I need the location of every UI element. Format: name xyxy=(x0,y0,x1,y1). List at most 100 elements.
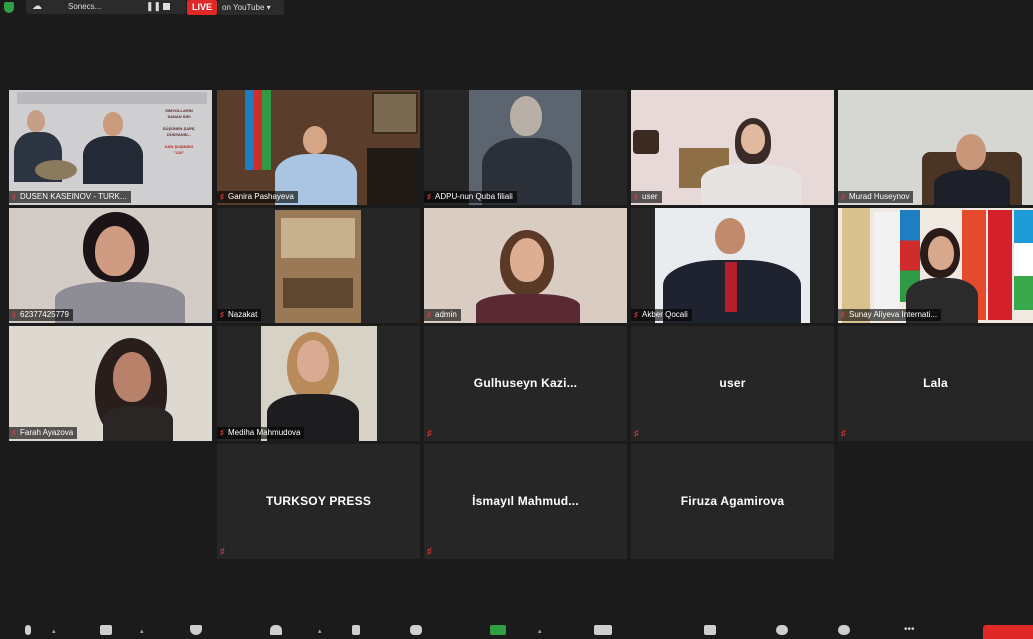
participant-name-text: Farah Ayazova xyxy=(20,428,74,437)
table-image xyxy=(283,278,353,308)
avatar xyxy=(103,406,173,441)
avatar xyxy=(956,134,986,170)
polls-icon[interactable] xyxy=(352,625,366,637)
participant-name: ♯ Farah Ayazova xyxy=(9,427,78,439)
chevron-down-icon: ▾ xyxy=(266,3,271,12)
recording-control[interactable]: ☁ Sonecs... ❚❚ xyxy=(26,0,186,14)
avatar xyxy=(510,96,542,136)
avatar xyxy=(928,236,954,270)
chevron-up-icon[interactable]: ▴ xyxy=(140,627,144,635)
participant-name: İsmayıl Mahmud... xyxy=(472,494,579,508)
avatar xyxy=(510,238,544,282)
recording-label: Sonecs... xyxy=(68,2,102,11)
muted-mic-icon: ♯ xyxy=(220,310,224,319)
video-tile[interactable]: İsmayıl Mahmud... ♯ xyxy=(424,444,627,559)
muted-mic-icon: ♯ xyxy=(841,428,846,438)
apps-icon[interactable] xyxy=(838,625,852,637)
avatar xyxy=(83,136,143,184)
video-tile[interactable]: Firuza Agamirova xyxy=(631,444,834,559)
muted-mic-icon: ♯ xyxy=(841,192,845,201)
participants-icon[interactable] xyxy=(270,625,284,637)
video-tile[interactable]: ♯ admin xyxy=(424,208,627,323)
window-image xyxy=(281,218,355,258)
muted-mic-icon: ♯ xyxy=(634,428,639,438)
avatar xyxy=(27,110,45,132)
video-tile[interactable]: ♯ ADPU-nun Quba filiali xyxy=(424,90,627,205)
avatar xyxy=(55,282,185,323)
video-tile[interactable]: ♯ user xyxy=(631,90,834,205)
participant-name: ♯ Mediha Mahmudova xyxy=(217,427,305,439)
participant-name: ♯ user xyxy=(631,191,662,203)
flag-image xyxy=(245,90,271,170)
participant-name-text: Sunay Aliyeva Internati... xyxy=(849,310,938,319)
video-tile[interactable]: SIMVOLLARIN SANAN SIRI DÜŞÜNEN ŞAİRİ, DÜ… xyxy=(9,90,212,205)
reactions-icon[interactable] xyxy=(776,625,790,637)
flag-image xyxy=(988,210,1012,320)
stream-target-dropdown[interactable]: on YouTube ▾ xyxy=(218,0,284,15)
slide-line: DÜNYANIN... xyxy=(166,132,192,137)
muted-mic-icon: ♯ xyxy=(220,428,224,437)
slide-text: SIMVOLLARIN SANAN SIRI DÜŞÜNEN ŞAİRİ, DÜ… xyxy=(149,108,209,156)
muted-mic-icon: ♯ xyxy=(427,192,431,201)
participant-name: ♯ Murad Huseynov xyxy=(838,191,914,203)
participant-name: ♯ Nazakat xyxy=(217,309,262,321)
pause-icon[interactable]: ❚❚ xyxy=(146,1,161,12)
chevron-up-icon[interactable]: ▴ xyxy=(538,627,542,635)
video-tile[interactable]: ♯ Murad Huseynov xyxy=(838,90,1033,205)
end-meeting-button[interactable] xyxy=(983,625,1033,639)
flag-image xyxy=(1014,210,1033,310)
video-tile[interactable]: Lala ♯ xyxy=(838,326,1033,441)
video-tile[interactable]: ♯ 62377425779 xyxy=(9,208,212,323)
video-tile[interactable]: ♯ Mediha Mahmudova xyxy=(217,326,420,441)
participant-name-text: DUSEN KASEINOV - TURK... xyxy=(20,192,127,201)
live-badge[interactable]: LIVE xyxy=(187,0,217,15)
participant-name-text: Nazakat xyxy=(228,310,258,319)
participant-name: ♯ DUSEN KASEINOV - TURK... xyxy=(9,191,131,203)
participant-name: TURKSOY PRESS xyxy=(265,494,372,508)
stop-icon[interactable] xyxy=(163,3,170,10)
participant-name-text: ADPU-nun Quba filiali xyxy=(435,192,513,201)
avatar xyxy=(303,126,327,154)
slide-line: SANAN SIRI xyxy=(167,114,191,119)
video-tile[interactable]: ♯ Akber Qocali xyxy=(631,208,834,323)
avatar xyxy=(95,226,135,276)
mic-icon[interactable] xyxy=(22,625,36,637)
video-tile[interactable]: ♯ Sunay Aliyeva Internati... xyxy=(838,208,1033,323)
painting-image xyxy=(372,92,418,134)
muted-mic-icon: ♯ xyxy=(427,428,432,438)
avatar xyxy=(934,170,1010,205)
lamp-image xyxy=(633,130,659,154)
muted-mic-icon: ♯ xyxy=(12,310,16,319)
video-icon[interactable] xyxy=(100,625,114,637)
participant-name-text: user xyxy=(642,192,658,201)
chat-icon[interactable] xyxy=(410,625,424,637)
tie-image xyxy=(725,262,737,312)
muted-mic-icon: ♯ xyxy=(427,546,432,556)
chevron-up-icon[interactable]: ▴ xyxy=(52,627,56,635)
record-icon[interactable] xyxy=(594,625,612,637)
muted-mic-icon: ♯ xyxy=(12,428,16,437)
avatar xyxy=(103,112,123,136)
cloud-icon: ☁ xyxy=(32,1,42,12)
participant-name-text: Akber Qocali xyxy=(642,310,688,319)
meeting-top-bar: ☁ Sonecs... ❚❚ LIVE on YouTube ▾ xyxy=(0,0,1033,16)
shield-icon[interactable] xyxy=(4,2,14,13)
participant-name: ♯ Sunay Aliyeva Internati... xyxy=(838,309,942,321)
video-tile[interactable]: user ♯ xyxy=(631,326,834,441)
muted-mic-icon: ♯ xyxy=(841,310,845,319)
participant-name-text: admin xyxy=(435,310,457,319)
video-tile[interactable]: Gulhuseyn Kazi... ♯ xyxy=(424,326,627,441)
avatar xyxy=(701,164,801,205)
participant-name: ♯ ADPU-nun Quba filiali xyxy=(424,191,517,203)
breakout-icon[interactable] xyxy=(704,625,718,637)
video-tile[interactable]: ♯ Nazakat xyxy=(217,208,420,323)
chevron-up-icon[interactable]: ▴ xyxy=(318,627,322,635)
video-tile[interactable]: ♯ Farah Ayazova xyxy=(9,326,212,441)
curtain-image xyxy=(842,208,870,323)
security-icon[interactable] xyxy=(190,625,204,637)
video-tile[interactable]: TURKSOY PRESS ♯ xyxy=(217,444,420,559)
more-icon[interactable]: ••• xyxy=(904,625,918,637)
avatar xyxy=(113,352,151,402)
share-screen-icon[interactable] xyxy=(490,625,506,637)
video-tile[interactable]: ♯ Ganira Pashayeva xyxy=(217,90,420,205)
